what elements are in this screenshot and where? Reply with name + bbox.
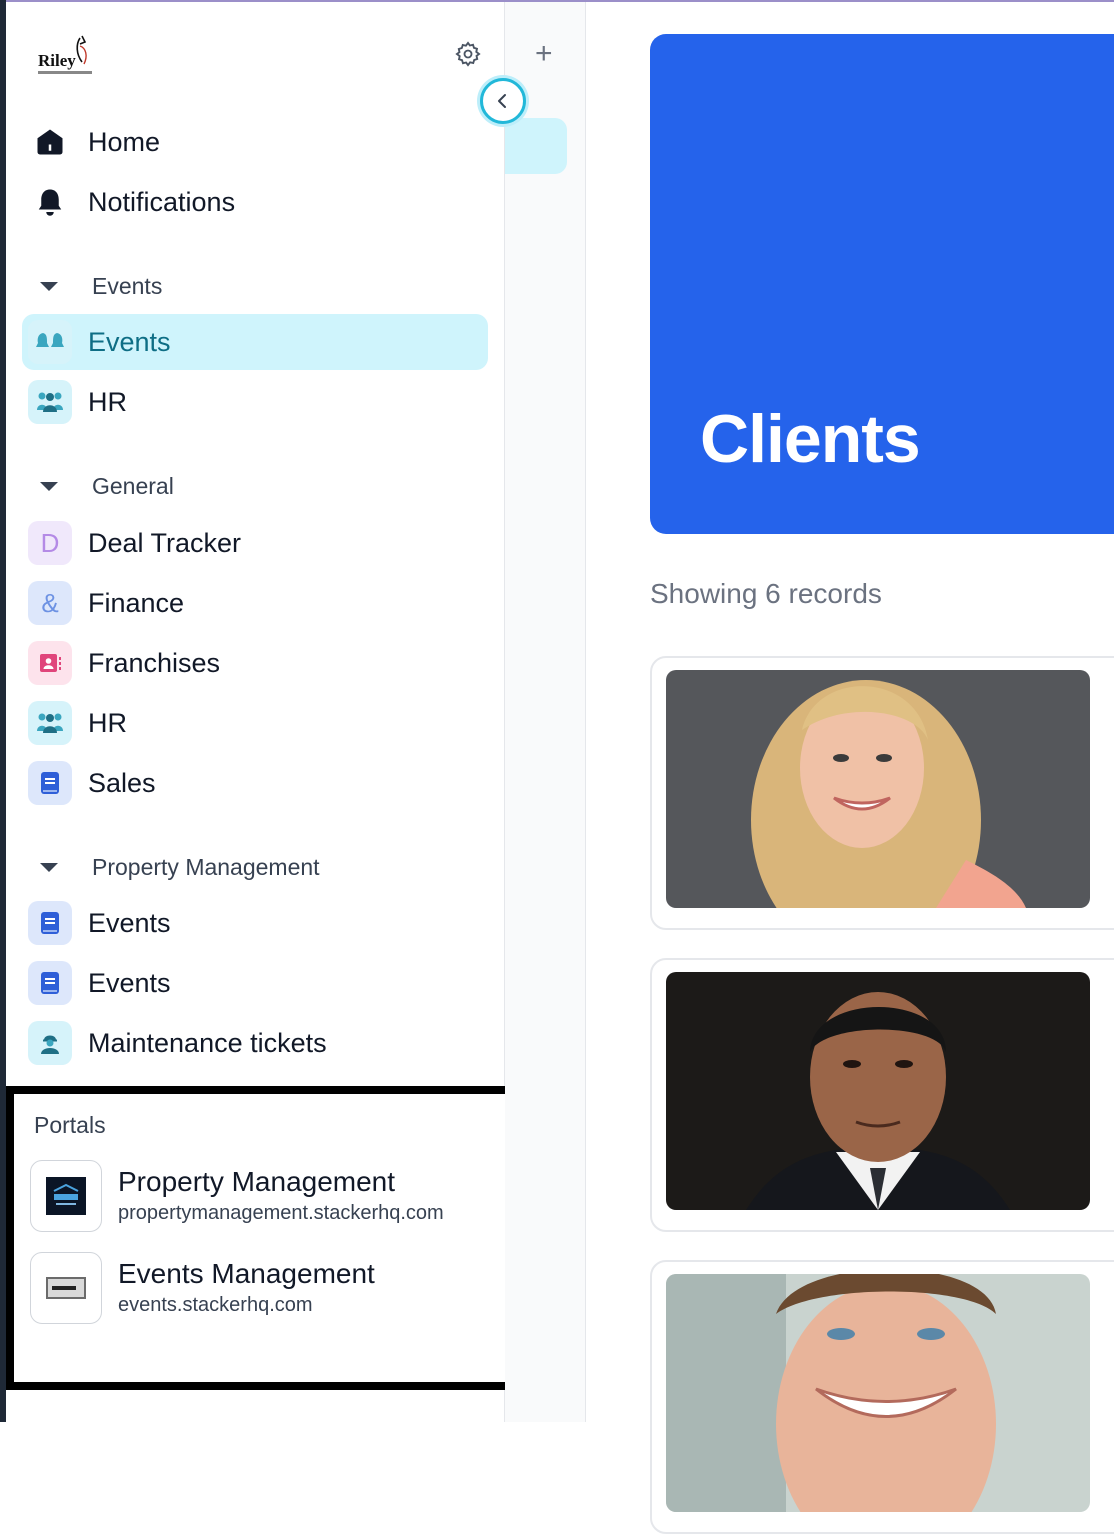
nav-notifications[interactable]: Notifications	[22, 174, 488, 230]
svg-text:Riley: Riley	[38, 51, 76, 70]
nav-hr-general-label: HR	[88, 707, 127, 738]
letter-d-icon: D	[28, 521, 72, 565]
nav-finance[interactable]: & Finance	[22, 575, 488, 631]
nav-deal-tracker[interactable]: D Deal Tracker	[22, 515, 488, 571]
nav-events-label: Events	[88, 326, 171, 357]
group-label: Events	[92, 272, 163, 299]
client-photo	[666, 670, 1090, 908]
nav-sales[interactable]: Sales	[22, 755, 488, 811]
group-label: Property Management	[92, 853, 320, 880]
portal-events-management[interactable]: Events Management events.stackerhq.com	[30, 1252, 490, 1324]
client-photo	[666, 972, 1090, 1210]
portal-url: propertymanagement.stackerhq.com	[118, 1202, 444, 1224]
record-card[interactable]	[650, 958, 1114, 1232]
nav-home-label: Home	[88, 126, 161, 157]
caret-down-icon	[40, 481, 58, 491]
nav-events[interactable]: Events	[22, 314, 488, 370]
portals-panel: Portals Property Management propertymana…	[6, 1086, 522, 1390]
nav-finance-label: Finance	[88, 587, 185, 618]
portal-property-management[interactable]: Property Management propertymanagement.s…	[30, 1160, 490, 1232]
nav-sales-label: Sales	[88, 767, 156, 798]
client-photo	[666, 1274, 1090, 1512]
records-count: Showing 6 records	[650, 578, 882, 609]
nav-pm-events-1-label: Events	[88, 907, 171, 938]
collapse-sidebar-button[interactable]	[480, 78, 526, 124]
page-title: Clients	[700, 401, 921, 477]
caret-down-icon	[40, 862, 58, 872]
secondary-nav-strip: +	[505, 2, 586, 1422]
nav-pm-events-1[interactable]: Events	[22, 895, 488, 951]
portal-logo	[30, 1252, 102, 1324]
group-general-toggle[interactable]: General	[34, 470, 174, 502]
nav-hr[interactable]: HR	[22, 374, 488, 430]
portal-name: Property Management	[118, 1166, 396, 1197]
home-icon	[28, 120, 72, 164]
book-icon	[28, 901, 72, 945]
contact-card-icon	[28, 641, 72, 685]
nav-home[interactable]: Home	[22, 114, 488, 170]
chevron-left-icon	[498, 94, 506, 108]
book-icon	[28, 961, 72, 1005]
nav-notifications-label: Notifications	[88, 186, 236, 217]
group-label: General	[92, 472, 174, 499]
nav-maintenance-tickets[interactable]: Maintenance tickets	[22, 1015, 488, 1071]
nav-maintenance-tickets-label: Maintenance tickets	[88, 1027, 327, 1058]
nav-hr-label: HR	[88, 386, 127, 417]
record-card[interactable]	[650, 1260, 1114, 1534]
group-events-toggle[interactable]: Events	[34, 270, 162, 302]
people-icon	[28, 701, 72, 745]
nav-franchises-label: Franchises	[88, 647, 221, 678]
page-header-banner: Clients	[650, 34, 1114, 534]
company-logo[interactable]: Riley	[36, 32, 96, 80]
nav-pm-events-2[interactable]: Events	[22, 955, 488, 1011]
bell-icon	[28, 180, 72, 224]
portals-title: Portals	[34, 1112, 106, 1138]
book-icon	[28, 761, 72, 805]
nav-pm-events-2-label: Events	[88, 967, 171, 998]
record-card[interactable]	[650, 656, 1114, 930]
bells-icon	[28, 320, 72, 364]
caret-down-icon	[40, 281, 58, 291]
gear-icon[interactable]	[454, 40, 482, 68]
strip-active-indicator	[505, 118, 567, 174]
portal-logo	[30, 1160, 102, 1232]
worker-icon	[28, 1021, 72, 1065]
portal-name: Events Management	[118, 1258, 375, 1289]
nav-deal-tracker-label: Deal Tracker	[88, 527, 242, 558]
nav-hr-general[interactable]: HR	[22, 695, 488, 751]
group-property-management-toggle[interactable]: Property Management	[34, 851, 320, 883]
people-icon	[28, 380, 72, 424]
add-icon[interactable]: +	[535, 39, 553, 69]
ampersand-icon: &	[28, 581, 72, 625]
nav-franchises[interactable]: Franchises	[22, 635, 488, 691]
portal-url: events.stackerhq.com	[118, 1294, 313, 1316]
